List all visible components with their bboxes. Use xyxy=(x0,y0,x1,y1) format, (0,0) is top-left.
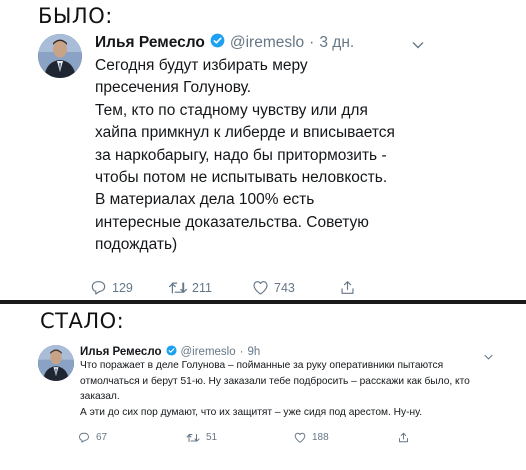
tweet-timestamp[interactable]: 9h xyxy=(247,346,260,358)
retweet-button[interactable]: 51 xyxy=(186,432,294,443)
tweet-paragraph: В материалах дела 100% есть интересные д… xyxy=(95,191,369,254)
like-button[interactable]: 743 xyxy=(252,280,340,295)
reply-count: 67 xyxy=(96,432,108,443)
reply-button[interactable]: 129 xyxy=(90,280,168,295)
author-name[interactable]: Илья Ремесло xyxy=(80,346,162,358)
retweet-count: 211 xyxy=(192,280,212,295)
reply-icon xyxy=(78,432,90,443)
author-name[interactable]: Илья Ремесло xyxy=(95,34,205,52)
separator-dot: · xyxy=(239,346,244,358)
author-avatar[interactable] xyxy=(38,345,74,381)
before-label: БЫЛО: xyxy=(38,4,113,28)
author-avatar[interactable] xyxy=(38,34,82,78)
tweet-timestamp[interactable]: 3 дн. xyxy=(319,34,354,52)
retweet-button[interactable]: 211 xyxy=(168,281,252,295)
reply-button[interactable]: 67 xyxy=(78,432,186,443)
tweet-body: Сегодня будут избирать меру пресечения Г… xyxy=(95,55,395,257)
share-icon xyxy=(398,432,409,443)
after-label: СТАЛО: xyxy=(40,309,125,333)
separator-dot: · xyxy=(309,34,315,51)
tweet-header: Илья Ремесло @iremeslo · 9h xyxy=(80,345,260,359)
retweet-icon xyxy=(168,281,188,295)
like-count: 743 xyxy=(274,280,295,295)
section-divider xyxy=(0,300,526,304)
verified-badge-icon xyxy=(165,345,177,359)
tweet-paragraph: Сегодня будут избирать меру пресечения Г… xyxy=(95,57,308,97)
share-button[interactable] xyxy=(398,432,409,443)
author-handle[interactable]: @iremeslo xyxy=(181,346,236,358)
like-icon xyxy=(294,432,306,443)
share-button[interactable] xyxy=(340,280,355,295)
tweet-body: Что поражает в деле Голунова – пойманные… xyxy=(80,358,500,420)
like-button[interactable]: 188 xyxy=(294,432,398,443)
tweet-paragraph: Что поражает в деле Голунова – пойманные… xyxy=(80,360,470,402)
reply-icon xyxy=(90,280,107,295)
tweet-header: Илья Ремесло @iremeslo · 3 дн. xyxy=(95,33,354,53)
tweet-actions: 67 51 188 xyxy=(78,432,409,443)
author-handle[interactable]: @iremeslo xyxy=(230,34,304,52)
retweet-count: 51 xyxy=(206,432,218,443)
tweet-paragraph: А эти до сих пор думают, что их защитят … xyxy=(80,406,423,418)
like-icon xyxy=(252,280,269,295)
like-count: 188 xyxy=(312,432,329,443)
reply-count: 129 xyxy=(112,280,133,295)
verified-badge-icon xyxy=(210,33,225,53)
chevron-down-icon[interactable] xyxy=(412,36,424,54)
share-icon xyxy=(340,280,355,295)
tweet-actions: 129 211 743 xyxy=(90,280,355,295)
retweet-icon xyxy=(186,433,200,443)
tweet-paragraph: Тем, кто по стадному чувству или для хай… xyxy=(95,101,395,187)
